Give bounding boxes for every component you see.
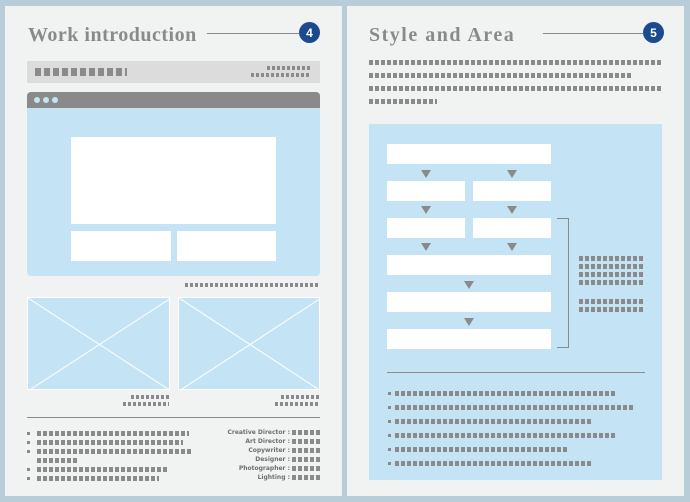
bracket-note-placeholder xyxy=(579,280,645,285)
flow-step-box xyxy=(387,329,551,349)
image-placeholder xyxy=(27,297,170,390)
list-bullet xyxy=(388,406,391,409)
description-placeholder xyxy=(37,458,77,463)
list-bullet xyxy=(27,441,30,444)
browser-title-bar xyxy=(27,92,320,108)
flow-step-box xyxy=(387,144,551,164)
title-rule xyxy=(543,33,643,34)
down-arrow-icon xyxy=(421,206,431,214)
right-page: Style and Area 5 xyxy=(347,6,684,496)
description-placeholder xyxy=(37,440,183,445)
down-arrow-icon xyxy=(507,170,517,178)
list-text-placeholder xyxy=(395,419,591,424)
credit-photographer: Photographer : xyxy=(205,464,320,473)
credit-copywriter: Copywriter : xyxy=(205,446,320,455)
grouping-bracket xyxy=(557,218,569,348)
section-divider xyxy=(387,372,645,373)
nav-meta-placeholder xyxy=(251,73,311,77)
list-text-placeholder xyxy=(395,405,633,410)
page-title: Work introduction xyxy=(28,24,197,46)
list-bullet xyxy=(388,448,391,451)
caption-placeholder xyxy=(185,283,320,287)
credit-designer: Designer : xyxy=(205,455,320,464)
list-bullet xyxy=(27,468,30,471)
list-bullet xyxy=(388,434,391,437)
flow-step-box xyxy=(387,218,465,238)
list-bullet xyxy=(27,450,30,453)
image-placeholder-icon xyxy=(28,298,169,389)
list-text-placeholder xyxy=(395,391,617,396)
description-placeholder xyxy=(37,467,169,472)
section-divider xyxy=(27,417,320,418)
page-number-badge: 5 xyxy=(643,22,664,43)
list-text-placeholder xyxy=(395,447,567,452)
list-bullet xyxy=(27,477,30,480)
flow-step-box xyxy=(473,181,551,201)
down-arrow-icon xyxy=(507,206,517,214)
body-text-placeholder xyxy=(369,86,661,91)
image-caption-placeholder xyxy=(131,395,169,399)
window-dot-icon xyxy=(52,97,58,103)
bracket-note-placeholder xyxy=(579,256,645,261)
nav-text-placeholder xyxy=(35,68,127,76)
image-placeholder-icon xyxy=(179,298,319,389)
body-text-placeholder xyxy=(369,99,437,104)
down-arrow-icon xyxy=(464,318,474,326)
image-caption-placeholder xyxy=(123,402,169,406)
page-title: Style and Area xyxy=(369,24,516,46)
credit-lighting: Lighting : xyxy=(205,473,320,482)
bracket-note-placeholder xyxy=(579,272,645,277)
list-bullet xyxy=(27,432,30,435)
bracket-note-placeholder xyxy=(579,307,645,312)
body-text-placeholder xyxy=(369,60,661,65)
bracket-note-placeholder xyxy=(579,299,645,304)
image-caption-placeholder xyxy=(275,402,319,406)
page-number-badge: 4 xyxy=(299,22,320,43)
flow-step-box xyxy=(387,292,551,312)
bracket-note-placeholder xyxy=(579,264,645,269)
nav-meta-placeholder xyxy=(267,66,311,70)
description-placeholder xyxy=(37,449,191,454)
down-arrow-icon xyxy=(421,170,431,178)
hero-image-placeholder xyxy=(71,137,276,224)
title-rule xyxy=(207,33,299,34)
image-caption-placeholder xyxy=(281,395,319,399)
description-placeholder xyxy=(37,431,189,436)
flow-step-box xyxy=(387,255,551,275)
description-placeholder xyxy=(37,476,159,481)
credit-art-director: Art Director : xyxy=(205,437,320,446)
list-bullet xyxy=(388,420,391,423)
body-text-placeholder xyxy=(369,73,633,78)
nav-bar-placeholder xyxy=(27,61,320,83)
left-page: Work introduction 4 Creative Director: … xyxy=(5,6,342,496)
list-text-placeholder xyxy=(395,433,617,438)
list-bullet xyxy=(388,462,391,465)
flow-diagram-area xyxy=(369,124,662,480)
credit-creative-director: Creative Director : xyxy=(205,428,320,437)
flow-step-box xyxy=(473,218,551,238)
down-arrow-icon xyxy=(507,243,517,251)
window-dot-icon xyxy=(43,97,49,103)
down-arrow-icon xyxy=(464,281,474,289)
image-placeholder xyxy=(178,297,320,390)
list-bullet xyxy=(388,392,391,395)
window-dot-icon xyxy=(34,97,40,103)
list-text-placeholder xyxy=(395,461,591,466)
flow-step-box xyxy=(387,181,465,201)
content-block-placeholder xyxy=(71,231,171,261)
down-arrow-icon xyxy=(421,243,431,251)
content-block-placeholder xyxy=(177,231,276,261)
browser-mockup xyxy=(27,92,320,276)
